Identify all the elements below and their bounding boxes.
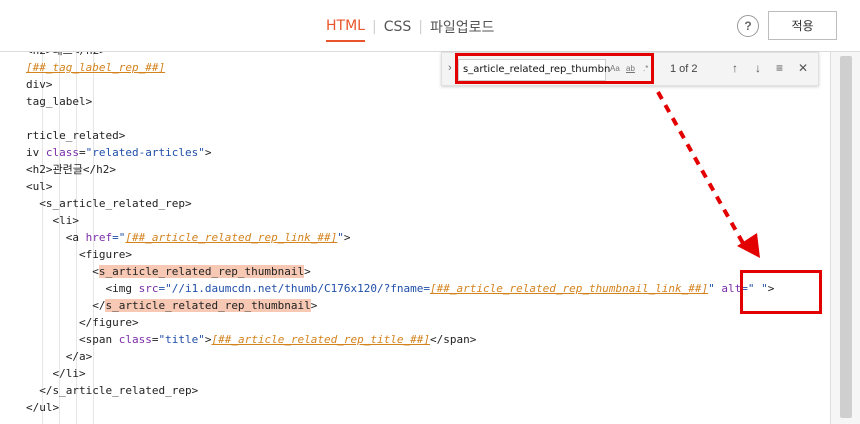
annotation-arrow-icon [656, 91, 760, 258]
